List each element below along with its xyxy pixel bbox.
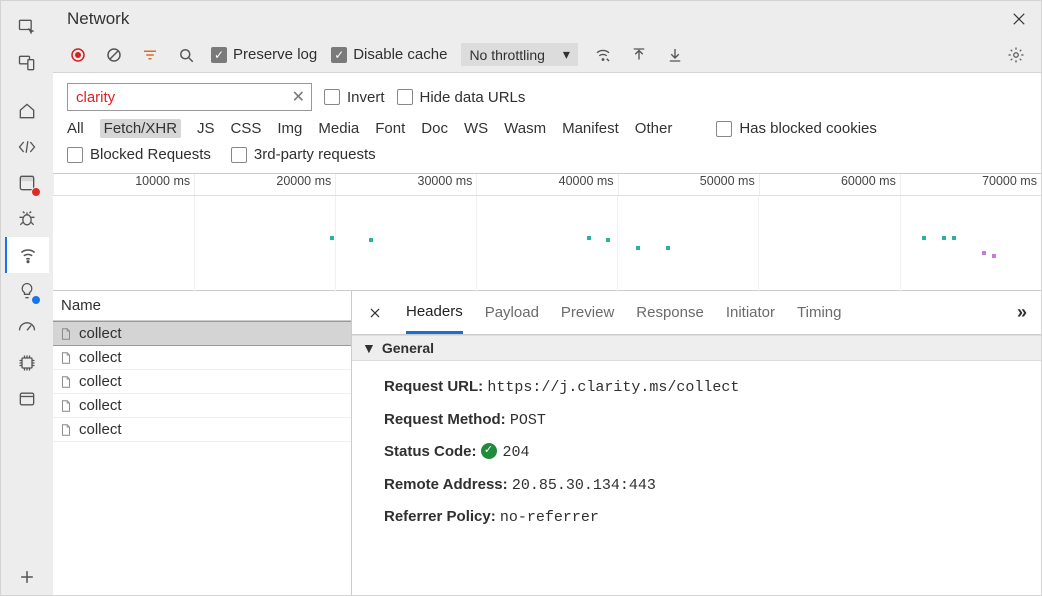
inspect-icon[interactable] xyxy=(5,9,49,45)
request-row[interactable]: collect xyxy=(53,370,351,394)
filter-input-wrapper: ✕ xyxy=(67,83,312,111)
bug-icon[interactable] xyxy=(5,201,49,237)
tab-preview[interactable]: Preview xyxy=(561,291,614,334)
request-row[interactable]: collect xyxy=(53,321,351,346)
type-other[interactable]: Other xyxy=(635,120,673,137)
elements-icon[interactable] xyxy=(5,129,49,165)
file-icon xyxy=(59,398,73,414)
requests-detail-split: Name collect collect collect xyxy=(53,291,1041,595)
request-url-value: https://j.clarity.ms/collect xyxy=(487,379,739,396)
type-all[interactable]: All xyxy=(67,120,84,137)
tab-payload[interactable]: Payload xyxy=(485,291,539,334)
home-icon[interactable] xyxy=(5,93,49,129)
tab-initiator[interactable]: Initiator xyxy=(726,291,775,334)
tab-headers[interactable]: Headers xyxy=(406,291,463,334)
lightbulb-icon[interactable] xyxy=(5,273,49,309)
application-icon[interactable] xyxy=(5,381,49,417)
type-fetch-xhr[interactable]: Fetch/XHR xyxy=(100,119,181,138)
detail-tabs: Headers Payload Preview Response Initiat… xyxy=(352,291,1041,335)
tool-rail xyxy=(1,1,53,595)
import-har-icon[interactable] xyxy=(664,44,686,66)
memory-icon[interactable] xyxy=(5,345,49,381)
overview-body xyxy=(53,196,1041,292)
hide-data-urls-checkbox[interactable]: Hide data URLs xyxy=(397,89,526,106)
file-icon xyxy=(59,326,73,342)
sources-icon[interactable] xyxy=(5,165,49,201)
clear-button[interactable] xyxy=(103,44,125,66)
throttling-select[interactable]: No throttling▾ xyxy=(461,43,578,66)
filter-row: ✕ Invert Hide data URLs xyxy=(53,73,1041,111)
resource-type-filters: All Fetch/XHR JS CSS Img Media Font Doc … xyxy=(53,111,1041,146)
filter-row-2: Blocked Requests 3rd-party requests xyxy=(53,146,1041,173)
type-css[interactable]: CSS xyxy=(231,120,262,137)
device-icon[interactable] xyxy=(5,45,49,81)
type-media[interactable]: Media xyxy=(318,120,359,137)
general-values: Request URL: https://j.clarity.ms/collec… xyxy=(352,361,1041,540)
status-ok-icon: ✓ xyxy=(481,443,497,459)
type-ws[interactable]: WS xyxy=(464,120,488,137)
remote-address-value: 20.85.30.134:443 xyxy=(512,477,656,494)
section-general[interactable]: ▼ General xyxy=(352,335,1041,361)
filter-icon[interactable] xyxy=(139,44,161,66)
more-tabs-icon[interactable]: » xyxy=(1017,302,1027,323)
type-manifest[interactable]: Manifest xyxy=(562,120,619,137)
network-icon[interactable] xyxy=(5,237,49,273)
type-doc[interactable]: Doc xyxy=(421,120,448,137)
tab-response[interactable]: Response xyxy=(636,291,704,334)
blocked-requests-checkbox[interactable]: Blocked Requests xyxy=(67,146,211,163)
file-icon xyxy=(59,374,73,390)
search-icon[interactable] xyxy=(175,44,197,66)
has-blocked-cookies-checkbox[interactable]: Has blocked cookies xyxy=(716,120,877,137)
settings-icon[interactable] xyxy=(1005,44,1027,66)
overview-waterfall[interactable]: 10000 ms 20000 ms 30000 ms 40000 ms 5000… xyxy=(53,173,1041,291)
request-row[interactable]: collect xyxy=(53,394,351,418)
name-column-header[interactable]: Name xyxy=(53,291,351,321)
overview-ticks: 10000 ms 20000 ms 30000 ms 40000 ms 5000… xyxy=(53,174,1041,196)
filter-input[interactable] xyxy=(74,88,274,107)
third-party-checkbox[interactable]: 3rd-party requests xyxy=(231,146,376,163)
plus-icon[interactable] xyxy=(5,559,49,595)
devtools-window: Network ✓Preserve log ✓Disable cache No … xyxy=(0,0,1042,596)
invert-checkbox[interactable]: Invert xyxy=(324,89,385,106)
close-detail-icon[interactable] xyxy=(366,304,384,322)
request-row[interactable]: collect xyxy=(53,346,351,370)
record-button[interactable] xyxy=(67,44,89,66)
request-row[interactable]: collect xyxy=(53,418,351,442)
chevron-down-icon: ▼ xyxy=(362,340,376,356)
network-conditions-icon[interactable] xyxy=(592,44,614,66)
file-icon xyxy=(59,350,73,366)
export-har-icon[interactable] xyxy=(628,44,650,66)
close-icon[interactable] xyxy=(1007,7,1031,31)
titlebar: Network xyxy=(53,1,1041,37)
tab-timing[interactable]: Timing xyxy=(797,291,841,334)
type-font[interactable]: Font xyxy=(375,120,405,137)
type-wasm[interactable]: Wasm xyxy=(504,120,546,137)
status-code-value: 204 xyxy=(503,444,530,461)
main-area: Network ✓Preserve log ✓Disable cache No … xyxy=(53,1,1041,595)
request-detail: Headers Payload Preview Response Initiat… xyxy=(352,291,1041,595)
request-method-value: POST xyxy=(510,412,546,429)
type-js[interactable]: JS xyxy=(197,120,215,137)
clear-filter-icon[interactable]: ✕ xyxy=(292,87,305,107)
panel-title: Network xyxy=(67,9,129,29)
network-toolbar: ✓Preserve log ✓Disable cache No throttli… xyxy=(53,37,1041,73)
request-list: Name collect collect collect xyxy=(53,291,352,595)
performance-icon[interactable] xyxy=(5,309,49,345)
type-img[interactable]: Img xyxy=(277,120,302,137)
preserve-log-checkbox[interactable]: ✓Preserve log xyxy=(211,46,317,63)
disable-cache-checkbox[interactable]: ✓Disable cache xyxy=(331,46,447,63)
file-icon xyxy=(59,422,73,438)
referrer-policy-value: no-referrer xyxy=(500,509,599,526)
